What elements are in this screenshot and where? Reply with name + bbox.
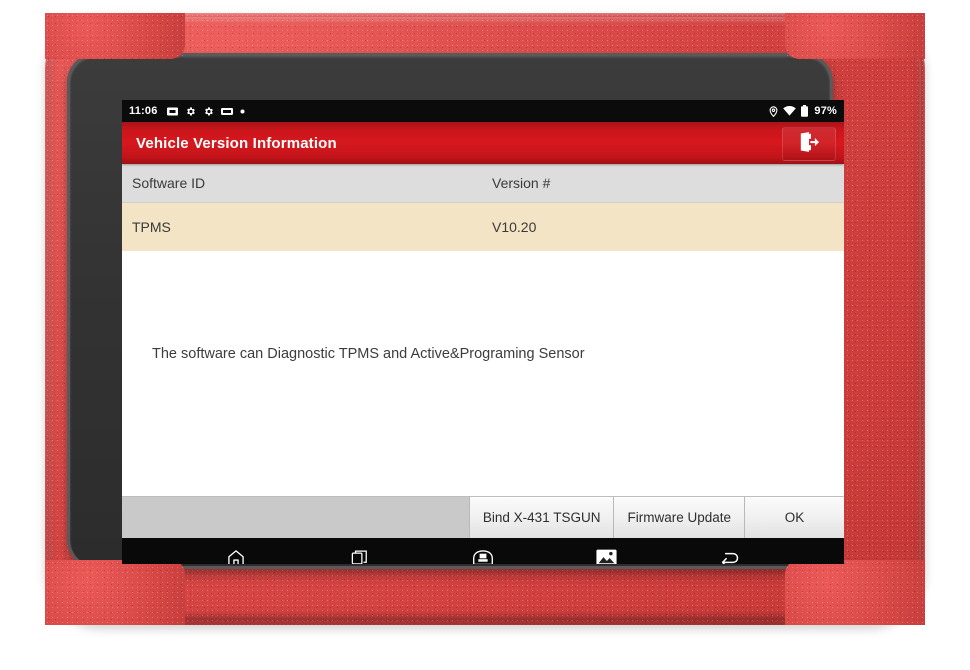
status-clock: 11:06 xyxy=(129,105,158,117)
ok-button[interactable]: OK xyxy=(744,497,844,538)
frame-notch-bottom-right xyxy=(785,560,925,625)
tablet-screen: 11:06 97% Vehicle Version Information So… xyxy=(122,100,844,564)
recent-apps-icon xyxy=(350,548,369,564)
nav-home-button[interactable] xyxy=(216,545,256,564)
android-status-bar: 11:06 97% xyxy=(122,100,844,122)
wifi-icon xyxy=(783,106,797,116)
battery-percent-label: 97% xyxy=(814,105,837,117)
firmware-update-button[interactable]: Firmware Update xyxy=(613,497,744,538)
gear-icon xyxy=(203,106,214,117)
vci-connector-icon xyxy=(472,549,494,564)
status-system-icons: 97% xyxy=(769,105,837,117)
nav-recent-apps-button[interactable] xyxy=(339,545,379,564)
app-title-bar: Vehicle Version Information xyxy=(122,122,844,164)
column-header-version: Version # xyxy=(492,175,551,191)
exit-button[interactable] xyxy=(782,127,836,161)
column-header-software-id: Software ID xyxy=(132,175,206,191)
sdcard-icon xyxy=(166,106,178,117)
exit-icon xyxy=(798,131,820,157)
page-title: Vehicle Version Information xyxy=(136,134,337,152)
nav-back-button[interactable] xyxy=(710,545,750,564)
nav-vci-button[interactable] xyxy=(463,545,503,564)
back-icon xyxy=(720,549,741,564)
bind-tsgun-button[interactable]: Bind X-431 TSGUN xyxy=(468,497,614,538)
vci-icon xyxy=(220,107,233,116)
software-description: The software can Diagnostic TPMS and Act… xyxy=(152,346,585,362)
description-area: The software can Diagnostic TPMS and Act… xyxy=(122,251,844,496)
status-notification-icons xyxy=(166,106,245,117)
nav-screenshot-button[interactable] xyxy=(587,545,627,564)
android-nav-bar xyxy=(122,538,844,564)
table-header-row: Software ID Version # xyxy=(122,164,844,203)
screenshot-icon xyxy=(596,549,617,564)
home-icon xyxy=(226,548,246,564)
dot-icon xyxy=(240,109,245,114)
cell-version: V10.20 xyxy=(492,219,537,235)
bottom-button-bar: Bind X-431 TSGUN Firmware Update OK xyxy=(122,496,844,538)
frame-notch-top-left xyxy=(45,13,185,59)
cell-software-id: TPMS xyxy=(132,219,171,235)
table-row[interactable]: TPMS V10.20 xyxy=(122,203,844,251)
battery-icon xyxy=(801,105,809,117)
location-icon xyxy=(769,105,778,117)
frame-notch-bottom-left xyxy=(45,560,185,625)
frame-notch-top-right xyxy=(785,13,925,59)
gear-icon xyxy=(185,106,196,117)
